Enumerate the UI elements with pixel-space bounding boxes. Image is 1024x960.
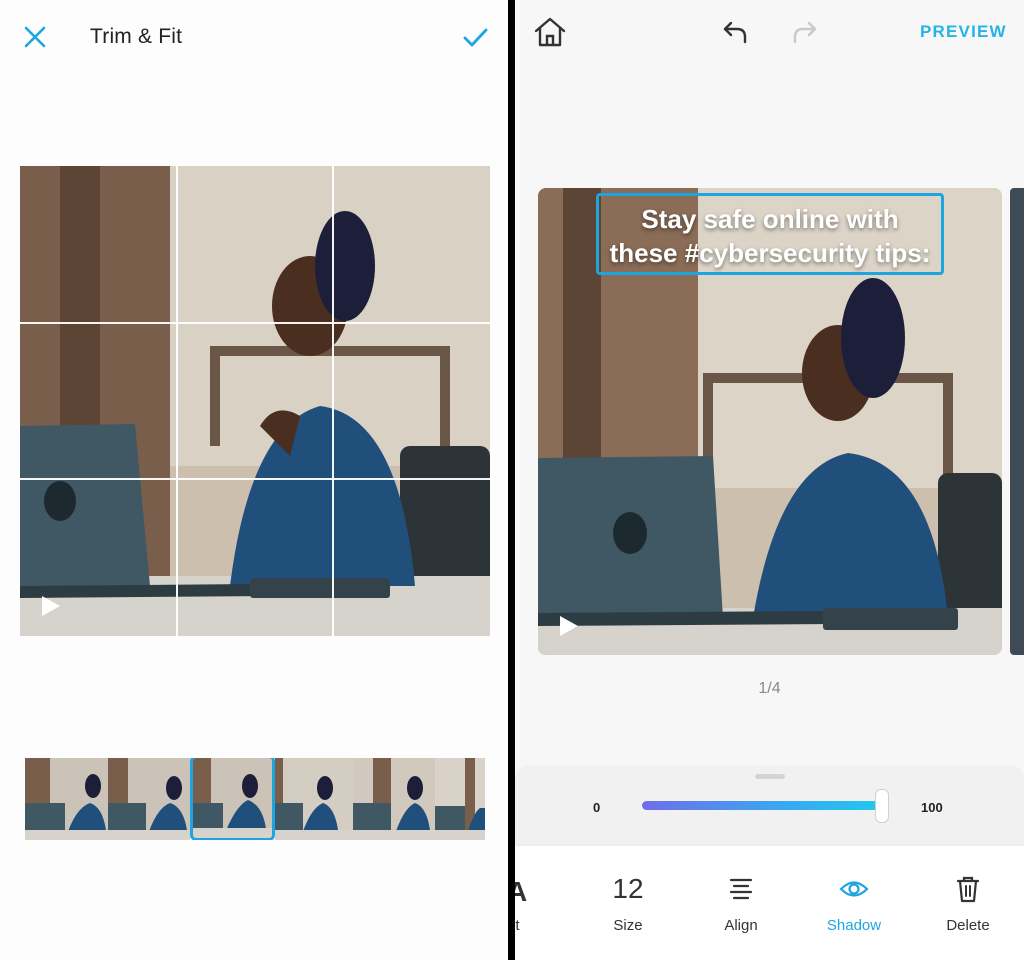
size-value: 12	[612, 873, 644, 904]
caption-line: Stay safe online with	[641, 204, 899, 234]
page-indicator: 1/4	[758, 680, 781, 697]
grid-line	[176, 166, 178, 636]
filmstrip[interactable]	[25, 758, 485, 840]
screen-divider	[508, 0, 515, 960]
filmstrip-frame[interactable]	[108, 758, 190, 840]
eye-icon	[839, 881, 869, 897]
filmstrip-frame[interactable]	[353, 758, 435, 840]
filmstrip-frame-image	[193, 758, 272, 838]
tool-align[interactable]: Align	[696, 846, 786, 960]
tool-label: nt	[515, 917, 520, 934]
redo-icon[interactable]	[791, 18, 819, 46]
play-icon[interactable]	[40, 594, 62, 618]
shadow-slider-track[interactable]	[642, 801, 882, 810]
check-icon[interactable]	[460, 22, 490, 52]
shadow-settings-sheet: 0 100	[515, 765, 1024, 845]
play-icon[interactable]	[558, 614, 580, 638]
preview-button[interactable]: PREVIEW	[920, 22, 1007, 42]
editor-screen: PREVIEW Stay safe online with these #cyb…	[515, 0, 1024, 960]
home-icon[interactable]	[533, 16, 567, 48]
grid-line	[20, 478, 490, 480]
tool-shadow[interactable]: Shadow	[809, 846, 899, 960]
tool-label: Delete	[946, 917, 990, 934]
tool-size[interactable]: 12 Size	[583, 846, 673, 960]
grid-line	[332, 166, 334, 636]
app-root: Trim & Fit PREVIEW Stay safe online with…	[0, 0, 1024, 960]
tool-font[interactable]: A nt	[515, 846, 575, 960]
close-icon[interactable]	[22, 24, 48, 50]
font-icon: A	[515, 876, 528, 907]
tool-label: Size	[613, 917, 643, 934]
grid-line	[20, 322, 490, 324]
filmstrip-frame[interactable]	[25, 758, 108, 840]
tool-label: Shadow	[826, 917, 882, 934]
video-frame-image	[20, 166, 490, 636]
tool-delete[interactable]: Delete	[923, 846, 1013, 960]
filmstrip-frame-selected[interactable]	[190, 758, 275, 840]
slide-card[interactable]: Stay safe online with these #cybersecuri…	[538, 188, 1002, 655]
next-slide-card[interactable]	[1010, 188, 1024, 655]
tool-label: Align	[724, 917, 758, 934]
trim-fit-screen: Trim & Fit	[0, 0, 508, 960]
trash-icon	[956, 876, 980, 903]
caption-text-box[interactable]: Stay safe online with these #cybersecuri…	[596, 193, 944, 275]
slider-max-label: 100	[921, 800, 943, 815]
filmstrip-frame[interactable]	[275, 758, 353, 840]
undo-icon[interactable]	[721, 18, 749, 46]
text-toolbar: A nt 12 Size Align Shadow	[515, 845, 1024, 960]
align-center-icon	[729, 878, 753, 900]
crop-area[interactable]	[20, 166, 490, 636]
caption-line: these #cybersecurity tips:	[609, 238, 931, 268]
sheet-drag-handle[interactable]	[755, 774, 785, 779]
slider-min-label: 0	[593, 800, 601, 815]
shadow-slider-thumb[interactable]	[875, 789, 889, 823]
filmstrip-frame[interactable]	[435, 758, 485, 840]
screen-title: Trim & Fit	[90, 25, 183, 48]
